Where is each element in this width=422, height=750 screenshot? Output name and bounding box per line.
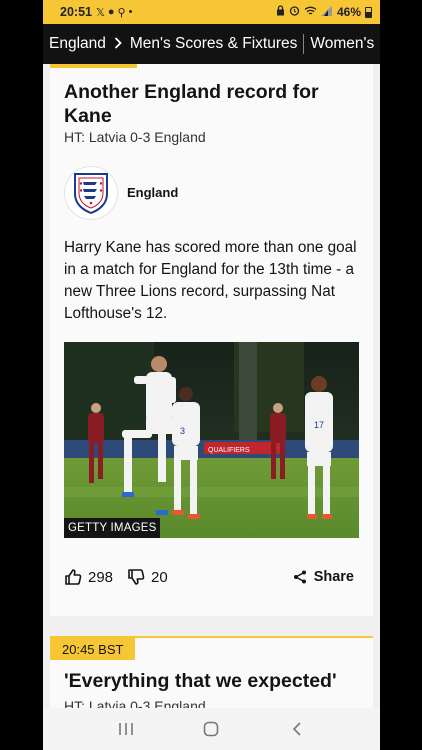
battery-percent: 46% [336,5,361,19]
post-body: Harry Kane has scored more than one goal… [64,239,357,322]
dislike-button[interactable]: 20 [127,568,168,586]
avatar [64,166,118,220]
post-timestamp: 20:45 BST [50,638,136,660]
alarm-icon [289,5,300,19]
like-count: 298 [88,568,114,586]
breadcrumb-divider [303,34,305,54]
breadcrumb-england[interactable]: England [49,35,106,53]
post-title: 'Everything that we expected' [64,670,337,692]
recent-apps-icon [119,723,133,735]
live-post-card: 20:45 BST 'Everything that we expected' … [50,636,373,708]
back-icon [293,722,301,736]
thumbs-down-icon [128,569,145,585]
status-time: 20:51 [60,5,92,19]
signal-icon [320,5,333,19]
post-title: Another England record for Kane [64,81,319,127]
football-match-photo: QUALIFIERS 3 17 [64,342,359,538]
england-crest-icon [74,173,108,215]
breadcrumb: England Men's Scores & Fixtures Women's [43,24,380,64]
svg-text:3: 3 [180,426,185,436]
phone-screen: 20:51 𝕏 ● ⚲ • 46% England Men's Scores &… [43,0,380,750]
share-label: Share [313,569,354,585]
live-feed[interactable]: Another England record for Kane HT: Latv… [43,64,380,708]
svg-text:17: 17 [314,420,324,430]
svg-text:QUALIFIERS: QUALIFIERS [208,447,250,454]
thumbs-up-icon [65,569,82,585]
dislike-count: 20 [151,568,168,586]
back-button[interactable] [277,714,317,744]
lock-icon [276,5,285,19]
post-subtitle: HT: Latvia 0-3 England [64,129,206,145]
android-nav-bar [43,708,380,750]
message-icon: ● [107,6,115,18]
post-actions: 298 20 Share [64,564,354,590]
breadcrumb-mens-scores[interactable]: Men's Scores & Fixtures [130,35,297,53]
post-photo[interactable]: QUALIFIERS 3 17 GETTY IMAGES [64,342,359,538]
image-credit: GETTY IMAGES [64,518,161,538]
like-button[interactable]: 298 [64,568,113,586]
live-post-card: Another England record for Kane HT: Latv… [50,64,373,616]
wifi-icon [304,6,317,19]
battery-icon [365,6,372,18]
author-name[interactable]: England [127,185,178,200]
x-icon: 𝕏 [95,6,105,19]
home-button[interactable] [191,714,231,744]
accent-bar [50,64,137,68]
status-bar: 20:51 𝕏 ● ⚲ • 46% [43,0,380,24]
breadcrumb-womens[interactable]: Women's [310,35,374,53]
share-icon [293,570,306,584]
home-icon [204,721,219,737]
share-button[interactable]: Share [293,569,354,585]
post-subtitle: HT: Latvia 0-3 England [64,698,206,708]
recent-apps-button[interactable] [106,714,146,744]
chevron-right-icon [114,36,122,52]
search-person-icon: ⚲ [117,6,126,19]
dot-icon: • [128,6,133,18]
